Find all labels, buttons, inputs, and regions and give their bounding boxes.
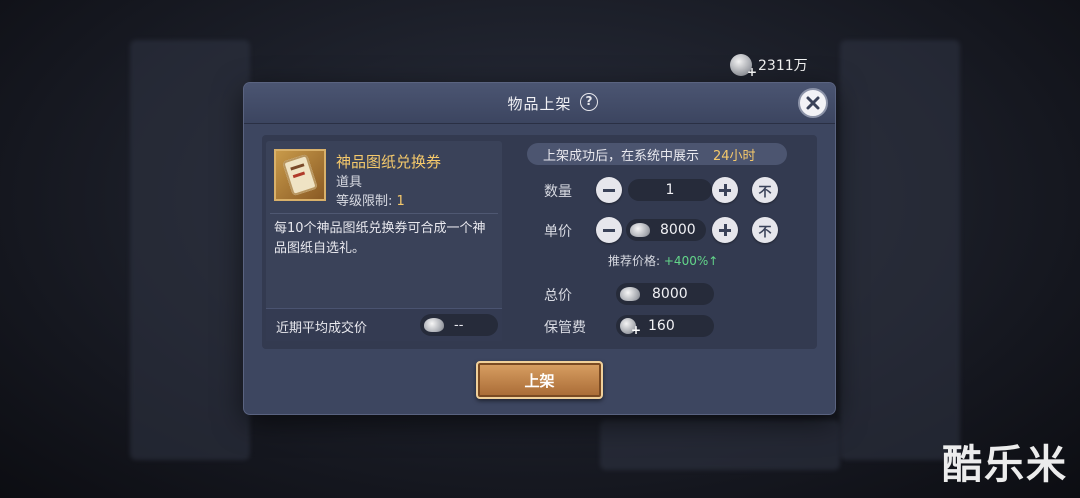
minus-icon — [603, 228, 615, 232]
item-level-label: 等级限制: — [336, 194, 393, 209]
quantity-input[interactable]: 1 — [628, 179, 712, 201]
quantity-value: 1 — [665, 182, 675, 198]
item-type: 道具 — [336, 175, 363, 190]
silver-ingot-icon — [620, 287, 640, 301]
submit-label: 上架 — [524, 371, 555, 390]
storage-fee-value: 160 — [648, 318, 675, 334]
divider — [270, 213, 498, 214]
close-icon — [806, 96, 820, 110]
item-level-value: 1 — [396, 194, 405, 209]
listing-info-text: 上架成功后，在系统中展示 — [543, 148, 700, 164]
watermark: 酷乐米 — [942, 442, 1068, 488]
total-price-label: 总价 — [544, 288, 572, 304]
silver-coin-icon[interactable] — [730, 54, 757, 79]
unit-price-max-button[interactable]: 不 — [752, 217, 778, 243]
dialog-body: 神品图纸兑换券 道具 等级限制: 1 每10个神品图纸兑换券可合成一个神品图纸自… — [262, 135, 817, 349]
suggested-price-label: 推荐价格: — [608, 254, 661, 268]
dialog-title: 物品上架 — [507, 95, 572, 113]
avg-price-field: -- — [420, 314, 498, 336]
item-info-panel: 神品图纸兑换券 道具 等级限制: 1 每10个神品图纸兑换券可合成一个神品图纸自… — [266, 141, 502, 341]
quantity-max-button[interactable]: 不 — [752, 177, 778, 203]
item-level: 等级限制: 1 — [336, 190, 405, 209]
unit-price-value: 8000 — [660, 222, 696, 238]
silver-coin-icon — [620, 318, 641, 337]
listing-info-bar: 上架成功后，在系统中展示 24小时 — [527, 143, 787, 165]
storage-fee-label: 保管费 — [544, 320, 586, 336]
quantity-minus-button[interactable] — [596, 177, 622, 203]
suggested-price-value: +400%↑ — [663, 254, 719, 268]
unit-price-input[interactable]: 8000 — [626, 219, 706, 241]
dialog-header: 物品上架 ? — [244, 83, 835, 124]
quantity-plus-button[interactable] — [712, 177, 738, 203]
suggested-price: 推荐价格: +400%↑ — [608, 252, 718, 269]
scroll-icon — [282, 153, 318, 197]
currency-display: 2311万 — [730, 52, 826, 79]
silver-ingot-icon — [630, 223, 650, 237]
unit-price-plus-button[interactable] — [712, 217, 738, 243]
avg-price-row: 近期平均成交价 -- — [266, 308, 502, 341]
plus-icon — [719, 184, 731, 196]
max-label: 不 — [758, 184, 772, 200]
silver-ingot-icon — [424, 318, 444, 332]
item-description: 每10个神品图纸兑换券可合成一个神品图纸自选礼。 — [274, 221, 486, 256]
avg-price-value: -- — [454, 317, 464, 333]
max-label: 不 — [758, 224, 772, 240]
listing-duration: 24小时 — [713, 148, 756, 164]
item-icon[interactable] — [274, 149, 326, 201]
currency-amount: 2311万 — [758, 58, 808, 74]
minus-icon — [603, 188, 615, 192]
close-button[interactable] — [798, 88, 828, 118]
total-price-value: 8000 — [652, 286, 688, 302]
storage-fee-field: 160 — [616, 315, 714, 337]
quantity-label: 数量 — [544, 184, 572, 200]
unit-price-minus-button[interactable] — [596, 217, 622, 243]
avg-price-label: 近期平均成交价 — [276, 321, 368, 336]
total-price-field: 8000 — [616, 283, 714, 305]
list-submit-button[interactable]: 上架 — [476, 361, 603, 399]
plus-icon — [719, 224, 731, 236]
unit-price-label: 单价 — [544, 224, 572, 240]
list-item-dialog: 物品上架 ? 神品图纸兑换券 道具 等级限制: 1 每10个神品图纸兑换券可合成… — [244, 83, 835, 414]
help-icon[interactable]: ? — [580, 93, 598, 111]
item-name: 神品图纸兑换券 — [336, 153, 442, 171]
